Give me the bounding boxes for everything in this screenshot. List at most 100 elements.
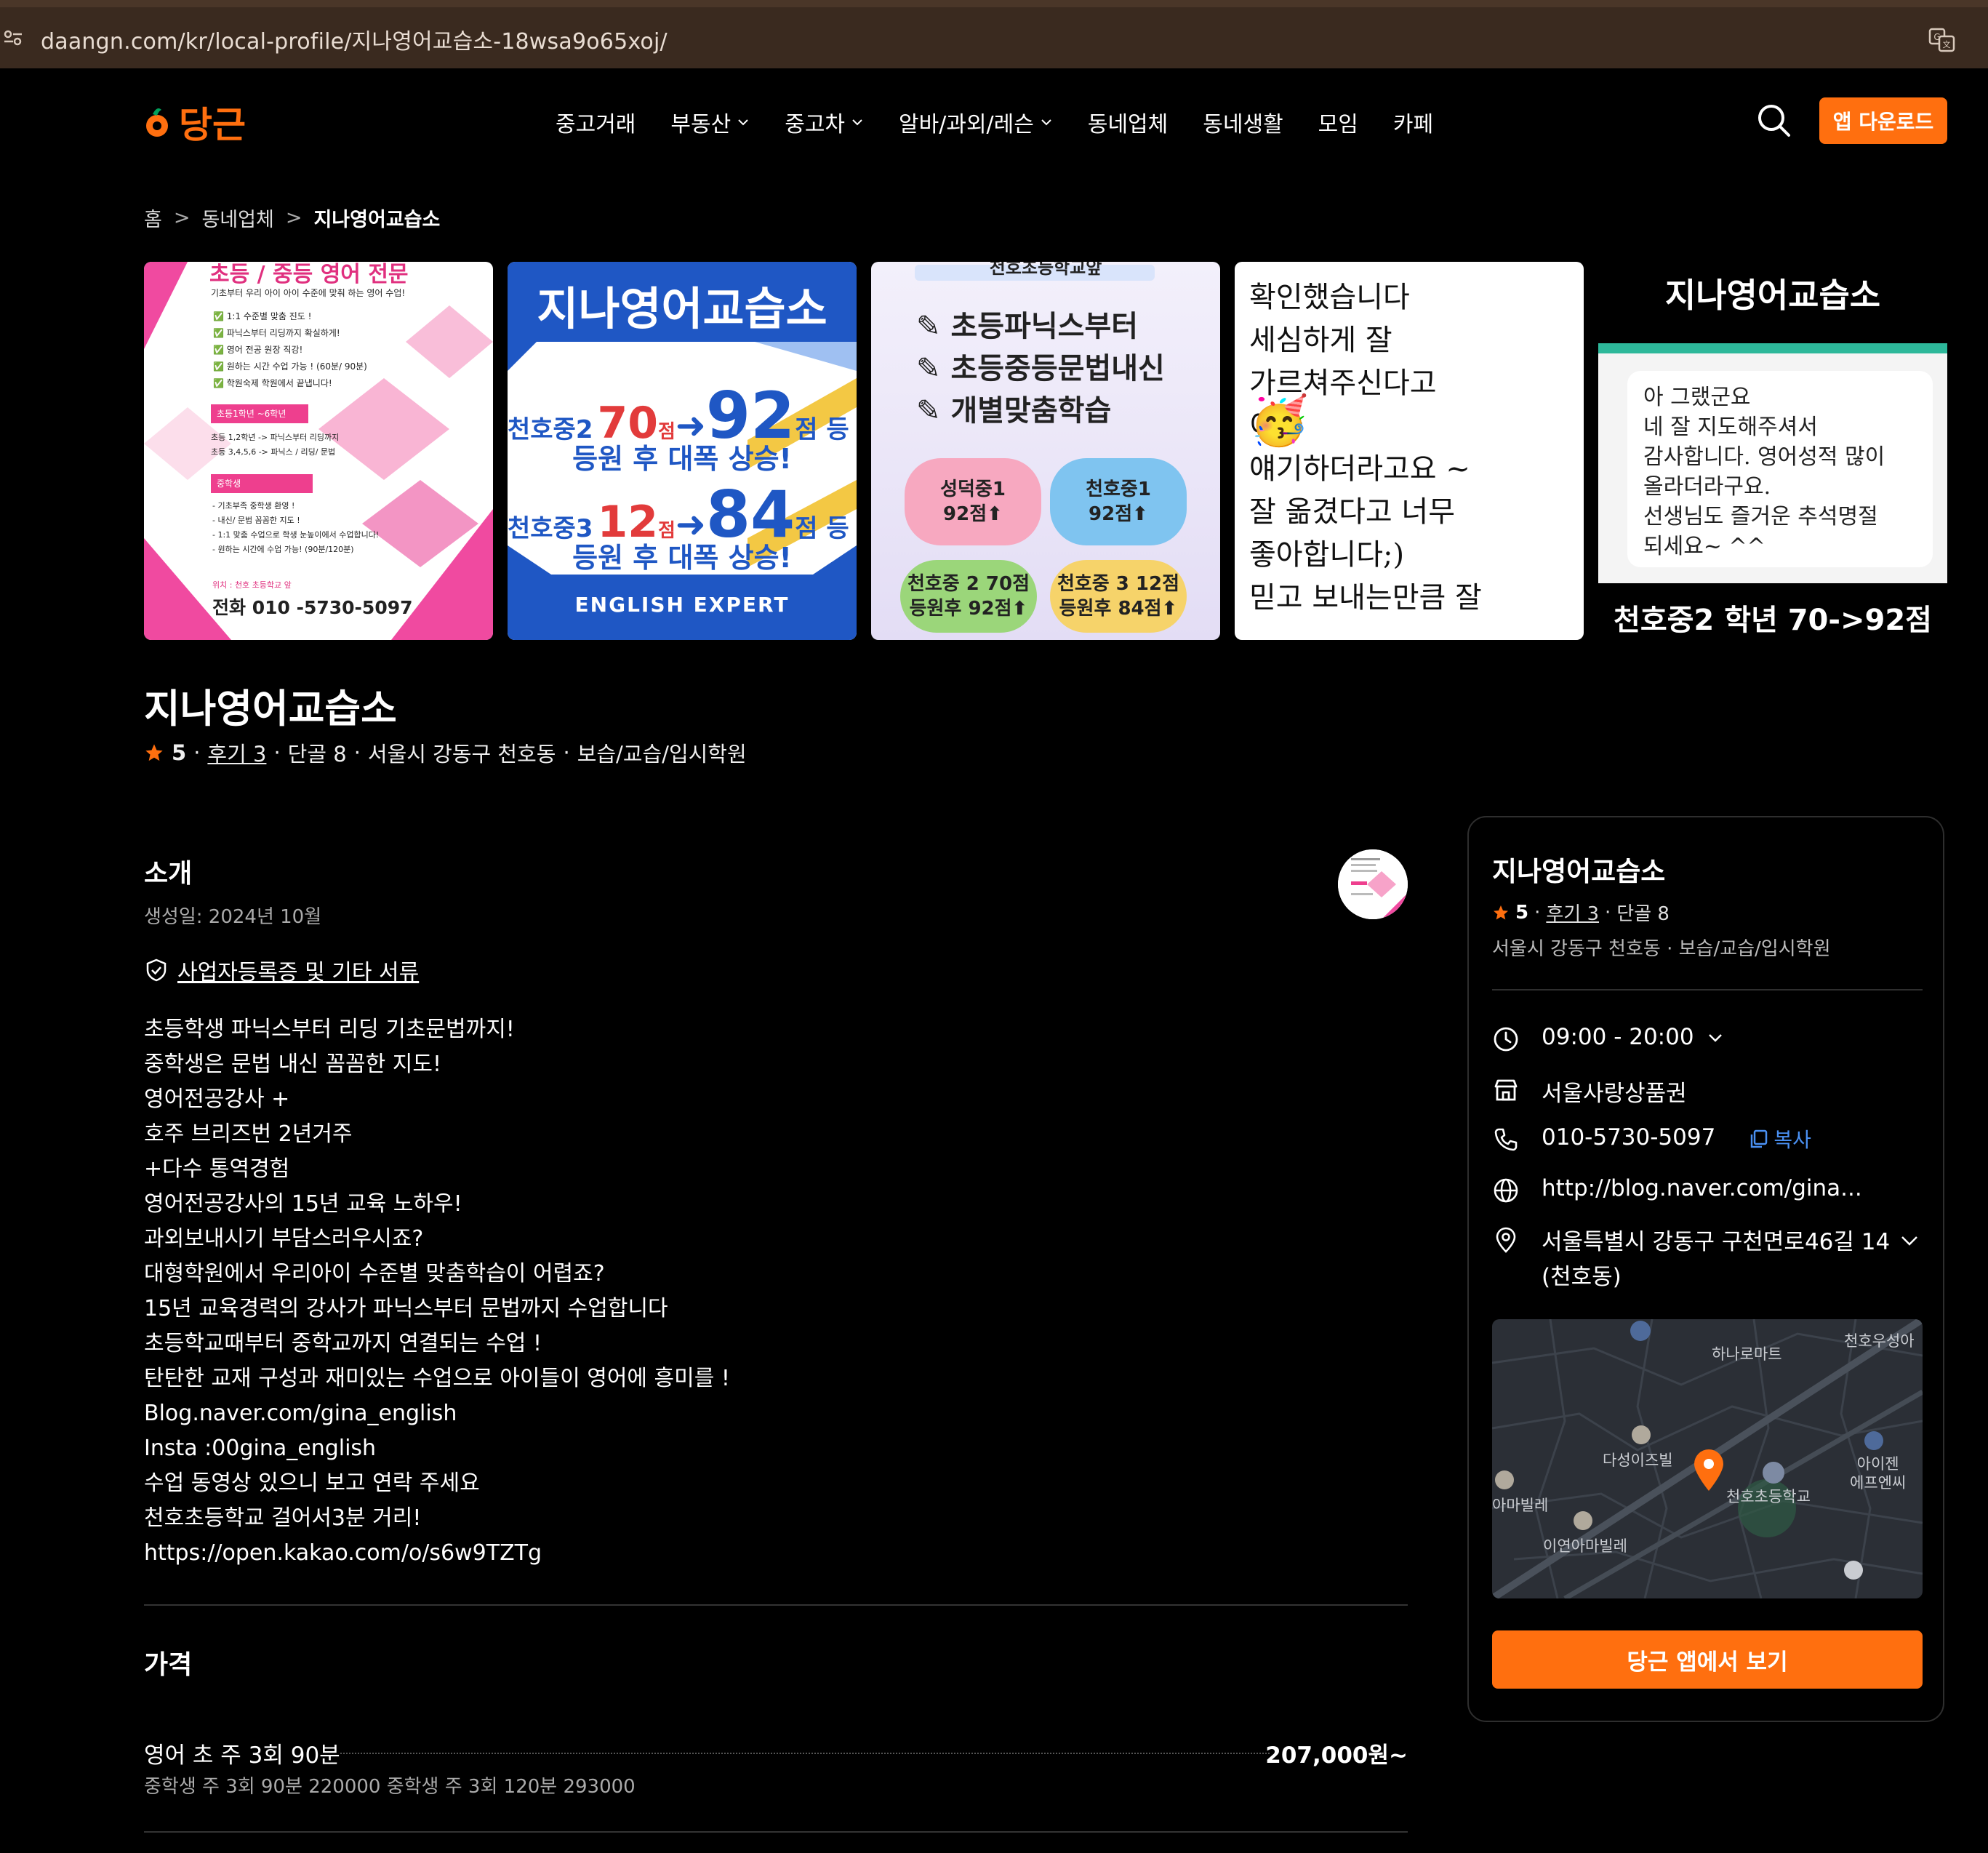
search-icon[interactable] [1755, 102, 1792, 138]
photo1-mid-line: - 내신/ 문법 꼼꼼한 지도 ! [212, 516, 300, 525]
url-text[interactable]: daangn.com/kr/local-profile/지나영어교습소-18ws… [41, 23, 668, 55]
phone-row[interactable]: 010-5730-5097 복사 [1492, 1124, 1811, 1153]
nav-item[interactable]: 중고거래 [556, 106, 636, 138]
hours-row[interactable]: 09:00 - 20:00 [1492, 1024, 1725, 1053]
website-link[interactable]: http://blog.naver.com/gina... [1542, 1175, 1862, 1201]
location-map[interactable]: 하나로마트 천호우성아 다성이즈빌 천호초등학교 아마빌레 이연아마빌레 아이젠… [1492, 1319, 1923, 1598]
created-date: 생성일: 2024년 10월 [144, 906, 322, 928]
open-in-app-button[interactable]: 당근 앱에서 보기 [1492, 1630, 1923, 1689]
breadcrumb-current: 지나영어교습소 [313, 209, 441, 231]
photo1-check-item: ✅ 원하는 시간 수업 가능 ! (60분/ 90분) [213, 359, 367, 375]
star-icon [1494, 905, 1508, 919]
gallery-photo-2[interactable]: 지나영어교습소 천호중2 70 점 ➜ 92 점 등 등원 후 대폭 상승! 천… [508, 262, 857, 640]
photo5-header: 지나영어교습소 [1664, 276, 1881, 315]
chevron-down-icon[interactable] [1706, 1028, 1725, 1047]
nav-item[interactable]: 카페 [1393, 106, 1433, 138]
photo2-footer: ENGLISH EXPERT [574, 593, 790, 617]
nav-item-label: 중고차 [785, 112, 846, 137]
gallery-photo-4[interactable]: 확인했습니다 세심하게 잘 가르쳐주신다고 이가 얘기하더라고요 ~ 잘 옮겼다고 너무 좋… [1235, 262, 1584, 640]
daangn-logo[interactable]: 당근 [143, 96, 246, 148]
dot-separator: · [563, 740, 570, 765]
photo4-line: 믿고 보내는만큼 잘 [1249, 581, 1482, 615]
photo5-footer: 천호중2 학년 70->92점 [1614, 604, 1932, 637]
description-line: 수업 동영상 있으니 보고 연락 주세요 [144, 1470, 480, 1496]
nav-item[interactable]: 부동산 [670, 106, 750, 138]
price-item-name: 영어 초 주 3회 90분 [144, 1742, 340, 1769]
photo3-bubble-text: 천호중 2 70점 [907, 573, 1030, 595]
house-map-icon [1574, 1511, 1592, 1530]
business-documents-link[interactable]: 사업자등록증 및 기타 서류 [144, 954, 419, 986]
logo-text: 당근 [179, 104, 246, 146]
section-divider [144, 1831, 1408, 1833]
gallery-photo-1[interactable]: 초등 / 중등 영어 전문 기초부터 우리 아이 아이 수준에 맞춰 하는 영어… [144, 262, 493, 640]
photo5-line: 되세요~ ^^ [1643, 534, 1765, 559]
photo3-bubble-text: 천호중1 [1086, 479, 1151, 500]
pencil-icon: ✎ [916, 394, 951, 428]
gallery-photo-3[interactable]: 천호초등학교앞 ✎ 초등파닉스부터 ✎ 초등중등문법내신 ✎ 개별맞춤학습 성덕중1… [871, 262, 1220, 640]
photo3-line-text: 개별맞춤학습 [950, 394, 1112, 428]
card-location-category: 서울시 강동구 천호동 · 보습/교습/입시학원 [1492, 938, 1831, 960]
chevron-right-icon: > [285, 207, 302, 229]
reviews-link[interactable]: 후기 3 [207, 737, 266, 768]
shop-map-icon [1864, 1431, 1883, 1450]
description-line: 15년 교육경력의 강사가 파닉스부터 문법까지 수업합니다 [144, 1296, 668, 1321]
rating-value: 5 [172, 740, 187, 765]
card-reviews-link[interactable]: 후기 3 [1546, 899, 1599, 926]
photo1-mid-tag: 중학생 [211, 474, 313, 493]
breadcrumb-category[interactable]: 동네업체 [201, 204, 273, 232]
photo1-check-text: 파닉스부터 리딩까지 확실하게! [226, 328, 340, 338]
translate-icon[interactable]: G 文 [1928, 26, 1956, 54]
business-info-card: 지나영어교습소 5 · 후기 3 · 단골 8 서울시 강동구 천호동 · 보습… [1467, 816, 1944, 1722]
star-icon [145, 744, 163, 761]
gallery-photo-5[interactable]: 지나영어교습소 아 그랬군요 네 잘 지도해주셔서 감사합니다. 영어성적 많이 올라… [1598, 262, 1947, 640]
nav-item-label: 카페 [1392, 112, 1434, 137]
nav-item-label: 동네생활 [1203, 112, 1283, 137]
pencil-icon: ✎ [916, 352, 951, 385]
app-download-button[interactable]: 앱 다운로드 [1819, 97, 1947, 144]
nav-item[interactable]: 동네생활 [1203, 106, 1283, 138]
map-poi-icon [1844, 1561, 1863, 1580]
nav-item[interactable]: 중고차 [785, 106, 864, 138]
nav-item[interactable]: 동네업체 [1088, 106, 1168, 138]
chevron-down-icon [852, 119, 862, 126]
business-documents-label: 사업자등록증 및 기타 서류 [177, 960, 420, 985]
business-location: 서울시 강동구 천호동 [367, 742, 556, 767]
browser-address-bar[interactable]: daangn.com/kr/local-profile/지나영어교습소-18ws… [0, 0, 1988, 68]
chevron-down-icon[interactable] [1898, 1229, 1921, 1252]
description-line: 중학생은 문법 내신 꼼꼼한 지도! [144, 1052, 441, 1077]
photo4-line: 좋아합니다;) [1249, 538, 1405, 572]
dot-separator: · [1534, 901, 1541, 924]
clock-icon [1494, 1027, 1518, 1052]
photo4-line: 세심하게 잘 [1249, 324, 1392, 357]
svg-text:G: G [1933, 32, 1940, 42]
photo2-caption-2: 등원 후 대폭 상승! [572, 542, 792, 574]
description-line: https://open.kakao.com/o/s6w9TZTg [144, 1540, 542, 1566]
phone-number[interactable]: 010-5730-5097 [1542, 1124, 1715, 1150]
website-row[interactable]: http://blog.naver.com/gina... [1492, 1175, 1862, 1204]
address-row[interactable]: 서울특별시 강동구 구천면로46길 14 (천호동) [1492, 1225, 1890, 1294]
check-icon: ✅ [213, 345, 227, 355]
map-label-bottom: 이연아마빌레 [1543, 1537, 1627, 1555]
nav-item-label: 알바/과외/레슨 [899, 112, 1034, 137]
dot-separator: · [353, 740, 361, 765]
site-settings-icon[interactable] [3, 28, 23, 48]
pencil-icon: ✎ [916, 310, 951, 343]
shield-check-icon [146, 958, 167, 982]
business-category: 보습/교습/입시학원 [577, 742, 747, 767]
photo5-line: 올라더라구요. [1643, 474, 1771, 500]
section-divider [144, 1604, 1408, 1606]
site-header: 당근 중고거래 부동산 중고차 알바/과외/레슨 동네업체 동네생활 모임 카페 앱 다운로드 [0, 68, 1988, 177]
nav-item-label: 중고거래 [556, 112, 636, 137]
photo3-bubble-text: 등원후 84점⬆ [1059, 598, 1178, 620]
nav-item-label: 동네업체 [1087, 112, 1169, 137]
chevron-right-icon: > [173, 207, 191, 229]
check-icon: ✅ [213, 311, 227, 321]
breadcrumb-home[interactable]: 홈 [144, 204, 162, 232]
mart-map-icon [1630, 1321, 1651, 1341]
map-label-right-1: 아이젠 [1856, 1455, 1899, 1473]
copy-phone-button[interactable]: 복사 [1749, 1124, 1811, 1153]
map-label-top-right: 천호우성아 [1844, 1332, 1915, 1350]
regulars-count: 단골 8 [287, 742, 347, 767]
nav-item[interactable]: 모임 [1318, 106, 1358, 138]
nav-item[interactable]: 알바/과외/레슨 [899, 106, 1053, 138]
